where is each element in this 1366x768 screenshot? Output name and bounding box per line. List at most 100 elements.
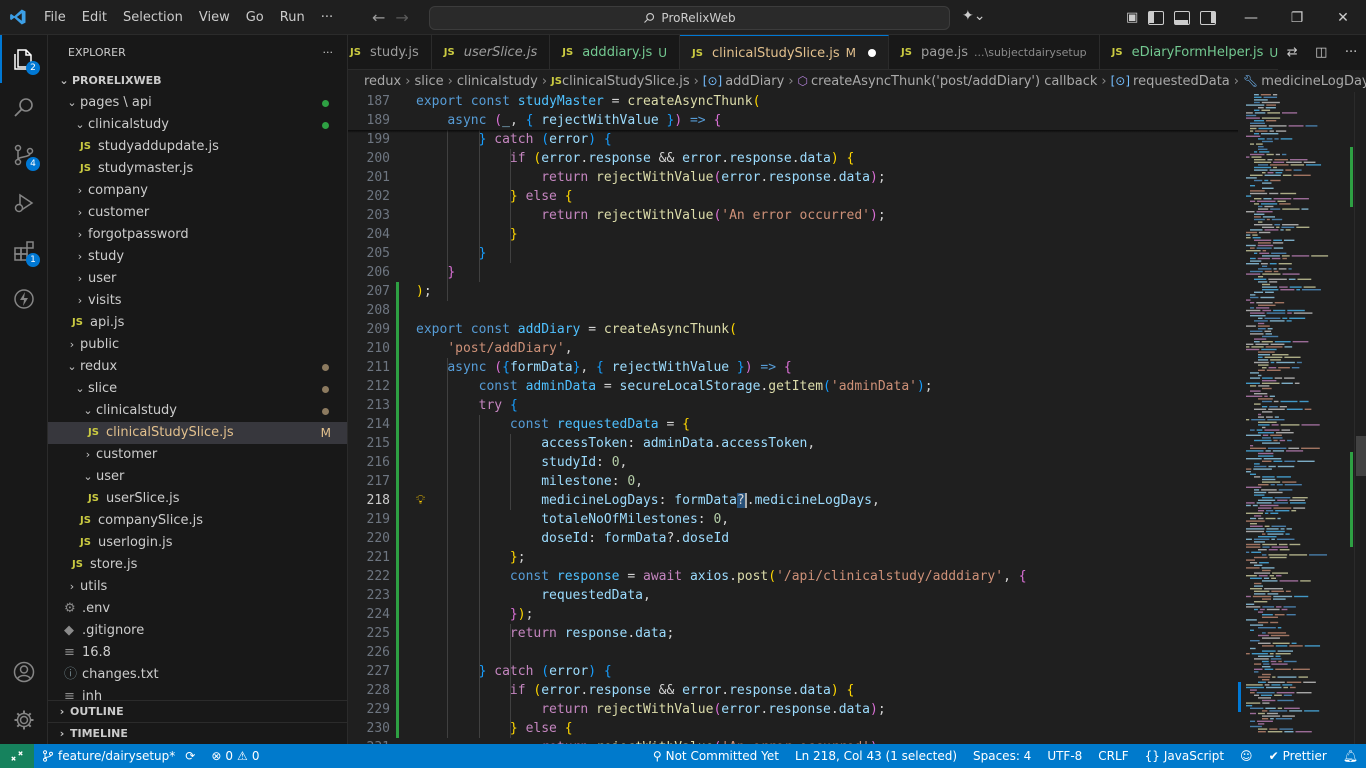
manage-activity[interactable] [0, 696, 48, 744]
more-actions-icon[interactable]: ··· [323, 46, 334, 59]
code-line[interactable]: 211 async ({formData}, { rejectWithValue… [348, 358, 1238, 377]
code-line[interactable]: 210 'post/addDiary', [348, 339, 1238, 358]
eol-status[interactable]: CRLF [1090, 744, 1136, 768]
code-line[interactable]: 229 return rejectWithValue(error.respons… [348, 700, 1238, 719]
tree-folder[interactable]: ⌄ clinicalstudy [48, 400, 347, 422]
feedback-status[interactable]: ☺ [1232, 744, 1261, 768]
code-line[interactable]: 215 accessToken: adminData.accessToken, [348, 434, 1238, 453]
menu-item[interactable]: File [36, 0, 74, 35]
code-line[interactable]: 224 }); [348, 605, 1238, 624]
tree-folder[interactable]: › customer [48, 444, 347, 466]
git-change-indicator[interactable] [396, 282, 399, 738]
code-line[interactable]: 227 } catch (error) { [348, 662, 1238, 681]
code-line[interactable]: 214 const requestedData = { [348, 415, 1238, 434]
tree-file[interactable]: JS store.js [48, 554, 347, 576]
tree-folder[interactable]: › visits [48, 290, 347, 312]
tree-folder[interactable]: › utils [48, 576, 347, 598]
code-line[interactable]: 221 }; [348, 548, 1238, 567]
source-control-activity[interactable]: 4 [0, 131, 48, 179]
menu-item[interactable]: Go [238, 0, 272, 35]
code-line[interactable]: 209 export const addDiary = createAsyncTh… [348, 320, 1238, 339]
code-line[interactable]: 203 return rejectWithValue('An error occ… [348, 206, 1238, 225]
extensions-activity[interactable]: 1 [0, 227, 48, 275]
code-line[interactable]: 204 } [348, 225, 1238, 244]
code-line[interactable]: 213 try { [348, 396, 1238, 415]
code-line[interactable]: 208 [348, 301, 1238, 320]
tree-folder[interactable]: › customer [48, 202, 347, 224]
tree-file[interactable]: JS userlogin.js [48, 532, 347, 554]
close-icon[interactable]: ✕ [1320, 0, 1366, 35]
remote-indicator[interactable] [0, 744, 34, 768]
copilot-icon[interactable]: ✦⌄ [962, 8, 985, 24]
code-line[interactable]: 216 studyId: 0, [348, 453, 1238, 472]
breadcrumb-folder[interactable]: redux [364, 74, 401, 89]
language-status[interactable]: {} JavaScript [1137, 744, 1232, 768]
code-line[interactable]: 201 return rejectWithValue(error.respons… [348, 168, 1238, 187]
menu-item[interactable]: Run [272, 0, 313, 35]
search-activity[interactable] [0, 83, 48, 131]
unsaved-dot-icon[interactable] [868, 49, 877, 57]
code-line[interactable]: 207); [348, 282, 1238, 301]
code-line[interactable]: 225 return response.data; [348, 624, 1238, 643]
code-line[interactable]: 212 const adminData = secureLocalStorage… [348, 377, 1238, 396]
tree-folder[interactable]: ⌄ slice [48, 378, 347, 400]
code-line[interactable]: 220 doseId: formData?.doseId [348, 529, 1238, 548]
timeline-section[interactable]: › TIMELINE [48, 722, 348, 744]
code-line[interactable]: 200 if (error.response && error.response… [348, 149, 1238, 168]
code-line[interactable]: 222 const response = await axios.post('/… [348, 567, 1238, 586]
restore-icon[interactable]: ❐ [1274, 0, 1320, 35]
code-line[interactable]: 205 } [348, 244, 1238, 263]
minimap[interactable] [1238, 92, 1354, 744]
tree-folder[interactable]: › user [48, 268, 347, 290]
code-line[interactable]: 206 } [348, 263, 1238, 282]
breadcrumb-symbol[interactable]: medicineLogDays [1261, 74, 1366, 89]
editor-tab[interactable]: JS clinicalStudySlice.js M [680, 35, 890, 69]
tree-file[interactable]: ⚙ .env [48, 598, 347, 620]
code-editor[interactable]: 187 export const studyMaster = createAsyn… [348, 92, 1238, 744]
toggle-sidebar-icon[interactable] [1148, 10, 1165, 25]
code-line[interactable]: 230 } else { [348, 719, 1238, 738]
lightbulb-icon[interactable]: 💡︎ [416, 491, 425, 510]
breadcrumb-symbol[interactable]: addDiary [725, 74, 784, 89]
customize-layout-icon[interactable]: ▣ [1126, 10, 1138, 25]
accounts-activity[interactable] [0, 648, 48, 696]
indentation-status[interactable]: Spaces: 4 [965, 744, 1039, 768]
tree-file[interactable]: ≡ 16.8 [48, 642, 347, 664]
tree-folder[interactable]: › forgotpassword [48, 224, 347, 246]
breadcrumb-folder[interactable]: clinicalstudy [457, 74, 538, 89]
editor-scrollbar[interactable] [1354, 92, 1366, 744]
encoding-status[interactable]: UTF-8 [1039, 744, 1090, 768]
problems-status[interactable]: ⊗ 0 ⚠ 0 [203, 744, 267, 768]
menu-item[interactable]: ··· [313, 0, 341, 35]
split-editor-icon[interactable]: ◫ [1315, 45, 1327, 60]
toggle-secondary-sidebar-icon[interactable] [1200, 10, 1217, 25]
tree-file[interactable]: JS api.js [48, 312, 347, 334]
more-actions-icon[interactable]: ··· [1345, 45, 1357, 60]
workspace-root[interactable]: ⌄ PRORELIXWEB [48, 70, 347, 92]
code-line[interactable]: 189 async (_, { rejectWithValue }) => { [348, 111, 1238, 130]
minimize-icon[interactable]: — [1228, 0, 1274, 35]
back-arrow-icon[interactable]: ← [372, 8, 385, 27]
breadcrumb-symbol[interactable]: requestedData [1133, 74, 1230, 89]
tree-folder[interactable]: ⌄ redux [48, 356, 347, 378]
editor-tab[interactable]: JS study.js [348, 35, 432, 69]
code-line[interactable]: 228 if (error.response && error.response… [348, 681, 1238, 700]
tree-file[interactable]: ◆ .gitignore [48, 620, 347, 642]
toggle-panel-icon[interactable] [1174, 10, 1191, 25]
editor-tab[interactable]: JS userSlice.js [432, 35, 551, 69]
breadcrumb-file[interactable]: clinicalStudySlice.js [562, 74, 690, 89]
tree-file[interactable]: JS studyaddupdate.js [48, 136, 347, 158]
prettier-status[interactable]: ✔ Prettier [1261, 744, 1335, 768]
breadcrumb-folder[interactable]: slice [414, 74, 443, 89]
explorer-activity[interactable]: 2 [0, 35, 48, 83]
open-changes-icon[interactable]: ⇄ [1287, 45, 1298, 60]
notifications-status[interactable]: 🔔︎ [1335, 744, 1366, 768]
command-center-search[interactable]: ProRelixWeb [429, 6, 950, 30]
tree-folder[interactable]: ⌄ clinicalstudy [48, 114, 347, 136]
remote-activity[interactable] [0, 275, 48, 323]
code-line[interactable]: 217 milestone: 0, [348, 472, 1238, 491]
code-line[interactable]: 223 requestedData, [348, 586, 1238, 605]
sync-icon[interactable]: ⟳ [185, 749, 195, 763]
tree-folder[interactable]: ⌄ user [48, 466, 347, 488]
run-debug-activity[interactable] [0, 179, 48, 227]
